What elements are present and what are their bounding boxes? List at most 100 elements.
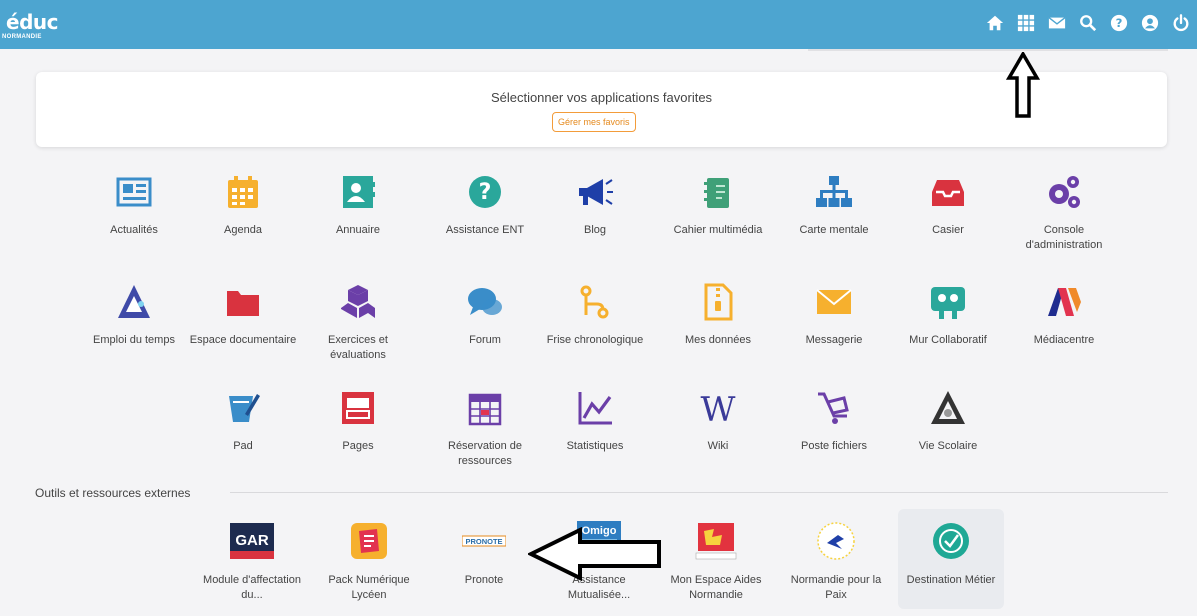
envelope-icon	[812, 282, 856, 322]
app-tile[interactable]: Médiacentre	[1009, 282, 1119, 348]
vie-scolaire-icon	[926, 388, 970, 428]
app-label: Actualités	[110, 224, 158, 236]
app-tile[interactable]: Casier	[893, 172, 1003, 238]
file-zip-icon	[696, 282, 740, 322]
app-label: Agenda	[224, 224, 262, 236]
app-label: Carte mentale	[799, 224, 869, 236]
mail-icon[interactable]	[1047, 13, 1067, 33]
app-tile[interactable]: Réservation de ressources	[430, 388, 540, 469]
external-section-divider	[230, 492, 1168, 493]
svg-text:W: W	[701, 390, 736, 428]
app-label: Exercices et évaluations	[328, 334, 388, 361]
apps-grid-icon[interactable]	[1016, 13, 1036, 33]
app-label: Console d'administration	[1025, 224, 1103, 251]
app-tile[interactable]: Mur Collaboratif	[893, 282, 1003, 348]
notebook-icon	[696, 172, 740, 212]
external-app-label: Pack Numérique Lycéen	[328, 574, 410, 601]
user-icon[interactable]	[1140, 13, 1160, 33]
destination-metier-logo	[929, 519, 973, 563]
external-app-label: Normandie pour la Paix	[790, 574, 882, 601]
pack-numerique-logo	[347, 519, 391, 563]
header-divider	[808, 49, 1168, 51]
comments-icon	[463, 282, 507, 322]
cart-icon	[812, 388, 856, 428]
normandie-paix-logo	[814, 519, 858, 563]
app-tile[interactable]: Mes données	[663, 282, 773, 348]
app-tile[interactable]: Exercices et évaluations	[303, 282, 413, 363]
external-app-tile[interactable]: GAR Module d'affectation du...	[199, 519, 305, 603]
app-label: Frise chronologique	[546, 334, 644, 346]
app-tile[interactable]: Frise chronologique	[540, 282, 650, 348]
cubes-icon	[336, 282, 380, 322]
wikipedia-icon: W	[696, 388, 740, 428]
svg-text:PRONOTE: PRONOTE	[465, 537, 502, 546]
board-icon	[926, 282, 970, 322]
search-icon[interactable]	[1078, 13, 1098, 33]
app-label: Forum	[469, 334, 501, 346]
favorites-title: Sélectionner vos applications favorites	[490, 90, 713, 105]
app-tile[interactable]: Console d'administration	[1009, 172, 1119, 253]
external-app-label: Mon Espace Aides Normandie	[670, 574, 762, 601]
app-label: Emploi du temps	[93, 334, 175, 346]
app-tile[interactable]: Statistiques	[540, 388, 650, 454]
app-tile[interactable]: Blog	[540, 172, 650, 238]
app-tile[interactable]: Forum	[430, 282, 540, 348]
app-tile[interactable]: W Wiki	[663, 388, 773, 454]
external-app-label: Pronote	[464, 574, 504, 586]
annotation-arrow-left	[528, 527, 661, 581]
external-app-label: Module d'affectation du...	[203, 574, 301, 601]
app-tile[interactable]: Messagerie	[779, 282, 889, 348]
pronote-logo: PRONOTE	[462, 519, 506, 563]
folder-icon	[221, 282, 265, 322]
external-app-tile[interactable]: Pack Numérique Lycéen	[316, 519, 422, 603]
app-label: Pad	[233, 440, 253, 452]
app-label: Wiki	[707, 440, 729, 452]
calendar-icon	[221, 172, 265, 212]
app-tile[interactable]: Pad	[188, 388, 298, 454]
app-label: Espace documentaire	[189, 334, 297, 346]
app-label: Annuaire	[335, 224, 381, 236]
app-tile[interactable]: Poste fichiers	[779, 388, 889, 454]
app-label: Mes données	[684, 334, 752, 346]
app-tile[interactable]: Pages	[303, 388, 413, 454]
power-icon[interactable]	[1171, 13, 1191, 33]
app-label: Pages	[342, 440, 374, 452]
question-icon: ?	[463, 172, 507, 212]
top-bar: éduc NORMANDIE ?	[0, 0, 1197, 49]
inbox-icon	[926, 172, 970, 212]
contacts-icon	[336, 172, 380, 212]
external-app-tile[interactable]: Normandie pour la Paix	[783, 519, 889, 603]
svg-text:GAR: GAR	[235, 532, 269, 549]
external-app-tile[interactable]: Mon Espace Aides Normandie	[663, 519, 769, 603]
external-app-label: Destination Métier	[906, 574, 996, 586]
annotation-arrow-up	[1006, 52, 1040, 118]
newspaper-icon	[112, 172, 156, 212]
manage-favorites-button[interactable]: Gérer mes favoris	[552, 112, 636, 132]
app-tile[interactable]: Emploi du temps	[79, 282, 189, 348]
megaphone-icon	[573, 172, 617, 212]
help-icon[interactable]: ?	[1109, 13, 1129, 33]
app-tile[interactable]: Agenda	[188, 172, 298, 238]
app-label: Casier	[932, 224, 964, 236]
external-section-title: Outils et ressources externes	[35, 486, 191, 500]
app-tile[interactable]: Carte mentale	[779, 172, 889, 238]
home-icon[interactable]	[985, 13, 1005, 33]
pages-icon	[336, 388, 380, 428]
line-chart-icon	[573, 388, 617, 428]
svg-text:?: ?	[1116, 16, 1123, 30]
app-tile[interactable]: ? Assistance ENT	[430, 172, 540, 238]
app-label: Statistiques	[566, 440, 624, 452]
external-app-tile[interactable]: PRONOTE Pronote	[431, 519, 537, 588]
app-tile[interactable]: Cahier multimédia	[663, 172, 773, 238]
app-tile[interactable]: Actualités	[79, 172, 189, 238]
app-tile[interactable]: Annuaire	[303, 172, 413, 238]
cogs-icon	[1042, 172, 1086, 212]
educ-logo[interactable]: éduc NORMANDIE	[0, 6, 80, 44]
app-tile[interactable]: Vie Scolaire	[893, 388, 1003, 454]
header-icons: ?	[985, 13, 1191, 33]
external-app-tile[interactable]: Destination Métier	[898, 509, 1004, 609]
svg-text:?: ?	[479, 180, 492, 205]
app-tile[interactable]: Espace documentaire	[188, 282, 298, 348]
app-label: Médiacentre	[1033, 334, 1095, 346]
app-label: Réservation de ressources	[448, 440, 522, 467]
